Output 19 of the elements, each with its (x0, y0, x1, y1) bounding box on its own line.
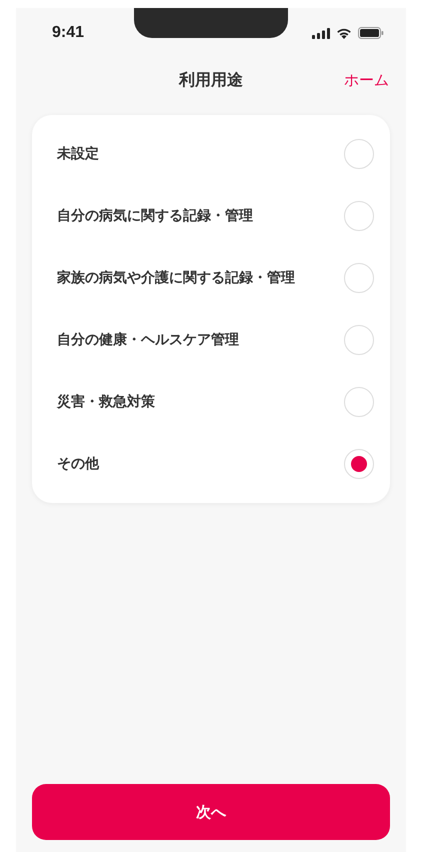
page-title: 利用用途 (179, 70, 243, 90)
radio-button[interactable] (344, 139, 374, 169)
next-button[interactable]: 次へ (32, 784, 390, 840)
option-label: 自分の健康・ヘルスケア管理 (57, 331, 239, 349)
radio-button[interactable] (344, 325, 374, 355)
battery-icon (358, 27, 384, 39)
signal-icon (312, 28, 330, 38)
radio-button[interactable] (344, 201, 374, 231)
option-label: 災害・救急対策 (57, 393, 155, 411)
wifi-icon (336, 27, 352, 39)
home-link[interactable]: ホーム (344, 70, 389, 90)
status-time: 9:41 (52, 24, 84, 42)
option-label: 自分の病気に関する記録・管理 (57, 207, 253, 225)
option-label: 未設定 (57, 145, 99, 163)
radio-button[interactable] (344, 263, 374, 293)
radio-button[interactable] (344, 449, 374, 479)
option-label: その他 (57, 455, 99, 473)
radio-button[interactable] (344, 387, 374, 417)
option-label: 家族の病気や介護に関する記録・管理 (57, 269, 295, 287)
